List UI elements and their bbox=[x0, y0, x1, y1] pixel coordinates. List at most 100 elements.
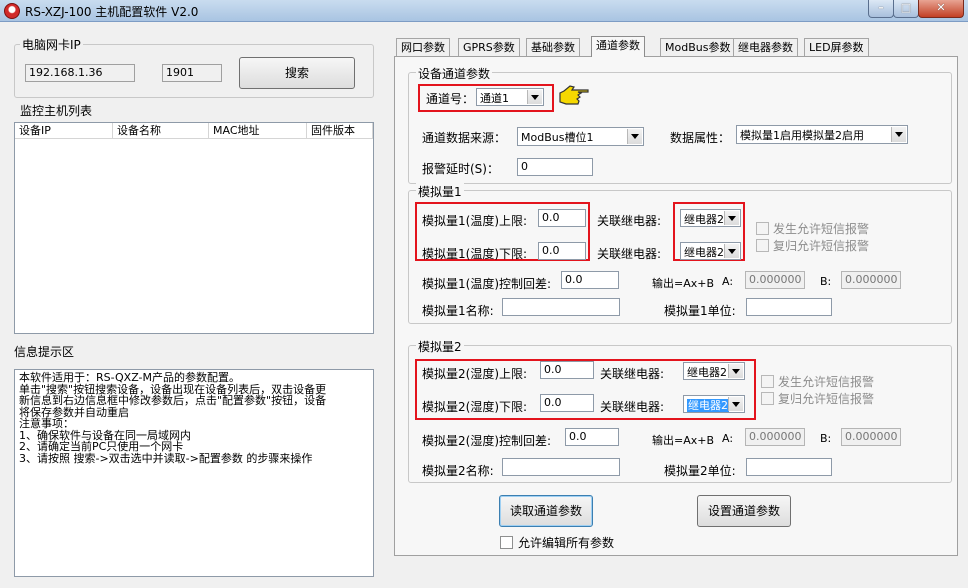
nic-ip-field[interactable]: 192.168.1.36 bbox=[25, 64, 135, 82]
channel-group-label: 设备通道参数 bbox=[416, 65, 493, 82]
analog2-relay-upper-select[interactable]: 继电器2 bbox=[683, 362, 745, 380]
analog1-sms-alarm-checkbox[interactable] bbox=[756, 222, 769, 235]
chevron-down-icon bbox=[724, 244, 739, 258]
nic-port-field[interactable]: 1901 bbox=[162, 64, 222, 82]
analog1-unit-label: 模拟量1单位: bbox=[664, 304, 736, 318]
analog1-hyst-input[interactable]: 0.0 bbox=[561, 271, 619, 289]
analog1-relay-lower-value: 继电器2 bbox=[684, 246, 724, 259]
info-line: 新信息到右边信息框中修改参数后，点击"配置参数"按钮，设备 bbox=[19, 394, 327, 407]
minimize-button[interactable]: – bbox=[868, 0, 894, 18]
analog2-hyst-input[interactable]: 0.0 bbox=[565, 428, 619, 446]
nic-group-label: 电脑网卡IP bbox=[20, 36, 83, 53]
chevron-down-icon bbox=[728, 397, 743, 411]
analog2-hyst-label: 模拟量2(湿度)控制回差: bbox=[422, 434, 552, 448]
analog1-b-input[interactable]: 0.000000 bbox=[841, 271, 901, 289]
host-list[interactable]: 设备IP 设备名称 MAC地址 固件版本 bbox=[14, 122, 374, 334]
info-label: 信息提示区 bbox=[14, 345, 75, 359]
minimize-icon: – bbox=[878, 1, 884, 14]
analog1-lower-label: 模拟量1(温度)下限: bbox=[422, 247, 528, 261]
info-line: 3、请按照 搜索->双击选中并读取->配置参数 的步骤来操作 bbox=[19, 451, 313, 465]
chevron-down-icon bbox=[527, 90, 542, 104]
chevron-down-icon bbox=[891, 127, 906, 142]
tab-modbus[interactable]: ModBus参数 bbox=[660, 38, 736, 56]
analog1-formula-label: 输出=Ax+B bbox=[652, 277, 715, 290]
close-button[interactable]: ✕ bbox=[918, 0, 964, 18]
analog2-relay-lower-value: 继电器2 bbox=[687, 399, 729, 412]
attr-select[interactable]: 模拟量1启用模拟量2启用 bbox=[736, 125, 908, 144]
analog1-a-label: A: bbox=[722, 275, 734, 288]
analog2-relay-lower-select[interactable]: 继电器2 bbox=[683, 395, 745, 413]
allow-edit-all-label: 允许编辑所有参数 bbox=[518, 536, 615, 550]
channel-select-value: 通道1 bbox=[480, 92, 509, 105]
chevron-down-icon bbox=[724, 211, 739, 225]
info-line: 2、请确定当前PC只使用一个网卡 bbox=[19, 440, 184, 453]
analog2-b-input[interactable]: 0.000000 bbox=[841, 428, 901, 446]
analog2-a-input[interactable]: 0.000000 bbox=[745, 428, 805, 446]
source-label: 通道数据来源： bbox=[422, 131, 507, 145]
delay-input[interactable]: 0 bbox=[517, 158, 593, 176]
analog2-sms-alarm-checkbox[interactable] bbox=[761, 375, 774, 388]
analog2-sms-reset-checkbox[interactable] bbox=[761, 392, 774, 405]
analog2-upper-label: 模拟量2(湿度)上限: bbox=[422, 367, 528, 381]
app-icon bbox=[4, 3, 20, 19]
info-textbox[interactable]: 本软件适用于：RS-QXZ-M产品的参数配置。 单击"搜索"按钮搜索设备，设备出… bbox=[14, 369, 374, 577]
analog2-upper-input[interactable]: 0.0 bbox=[540, 361, 594, 379]
delay-label: 报警延时(S)： bbox=[422, 162, 499, 176]
host-list-label: 监控主机列表 bbox=[20, 104, 93, 118]
window-title: RS-XZJ-100 主机配置软件 V2.0 bbox=[25, 5, 199, 19]
analog1-hyst-label: 模拟量1(温度)控制回差: bbox=[422, 277, 552, 291]
analog1-relay-upper-value: 继电器2 bbox=[684, 213, 724, 226]
analog1-upper-input[interactable]: 0.0 bbox=[538, 209, 586, 227]
analog2-relay-lower-label: 关联继电器: bbox=[600, 400, 665, 414]
channel-label: 通道号： bbox=[426, 92, 475, 106]
analog2-group-label: 模拟量2 bbox=[416, 338, 464, 355]
channel-select[interactable]: 通道1 bbox=[476, 88, 544, 106]
search-button[interactable]: 搜索 bbox=[239, 57, 355, 89]
tab-network[interactable]: 网口参数 bbox=[396, 38, 450, 56]
analog2-lower-input[interactable]: 0.0 bbox=[540, 394, 594, 412]
col-mac-address[interactable]: MAC地址 bbox=[209, 123, 307, 139]
col-device-ip[interactable]: 设备IP bbox=[15, 123, 113, 139]
analog1-unit-input[interactable] bbox=[746, 298, 832, 316]
tab-basic[interactable]: 基础参数 bbox=[526, 38, 580, 56]
tab-gprs[interactable]: GPRS参数 bbox=[458, 38, 520, 56]
chevron-down-icon bbox=[728, 364, 743, 378]
read-channel-button[interactable]: 读取通道参数 bbox=[499, 495, 593, 527]
col-firmware[interactable]: 固件版本 bbox=[307, 123, 373, 139]
maximize-icon: □ bbox=[900, 1, 912, 14]
analog2-name-input[interactable] bbox=[502, 458, 620, 476]
analog1-lower-input[interactable]: 0.0 bbox=[538, 242, 586, 260]
info-line: 注意事项： bbox=[19, 417, 74, 430]
attr-select-value: 模拟量1启用模拟量2启用 bbox=[740, 129, 864, 142]
tab-relay[interactable]: 继电器参数 bbox=[733, 38, 798, 56]
analog2-unit-input[interactable] bbox=[746, 458, 832, 476]
analog1-relay-upper-select[interactable]: 继电器2 bbox=[680, 209, 741, 227]
analog1-b-label: B: bbox=[820, 275, 832, 288]
tab-channel[interactable]: 通道参数 bbox=[591, 36, 645, 57]
tab-led[interactable]: LED屏参数 bbox=[804, 38, 869, 56]
analog2-relay-upper-label: 关联继电器: bbox=[600, 367, 665, 381]
analog1-a-input[interactable]: 0.000000 bbox=[745, 271, 805, 289]
chevron-down-icon bbox=[627, 129, 642, 144]
maximize-button[interactable]: □ bbox=[893, 0, 919, 18]
analog2-sms-alarm-label: 发生允许短信报警 bbox=[778, 375, 875, 389]
analog1-name-label: 模拟量1名称: bbox=[422, 304, 494, 318]
analog2-lower-label: 模拟量2(湿度)下限: bbox=[422, 400, 528, 414]
analog1-sms-reset-checkbox[interactable] bbox=[756, 239, 769, 252]
analog2-b-label: B: bbox=[820, 432, 832, 445]
analog1-relay-lower-label: 关联继电器: bbox=[597, 247, 662, 261]
analog1-name-input[interactable] bbox=[502, 298, 620, 316]
analog1-upper-label: 模拟量1(温度)上限: bbox=[422, 214, 528, 228]
source-select[interactable]: ModBus槽位1 bbox=[517, 127, 644, 146]
col-device-name[interactable]: 设备名称 bbox=[113, 123, 209, 139]
allow-edit-all-checkbox[interactable] bbox=[500, 536, 513, 549]
analog1-sms-reset-label: 复归允许短信报警 bbox=[773, 239, 870, 253]
analog2-a-label: A: bbox=[722, 432, 734, 445]
analog2-unit-label: 模拟量2单位: bbox=[664, 464, 736, 478]
set-channel-button[interactable]: 设置通道参数 bbox=[697, 495, 791, 527]
analog2-sms-reset-label: 复归允许短信报警 bbox=[778, 392, 875, 406]
analog2-relay-upper-value: 继电器2 bbox=[687, 366, 727, 379]
analog2-name-label: 模拟量2名称: bbox=[422, 464, 494, 478]
analog1-group-label: 模拟量1 bbox=[416, 183, 464, 200]
analog1-relay-lower-select[interactable]: 继电器2 bbox=[680, 242, 741, 260]
